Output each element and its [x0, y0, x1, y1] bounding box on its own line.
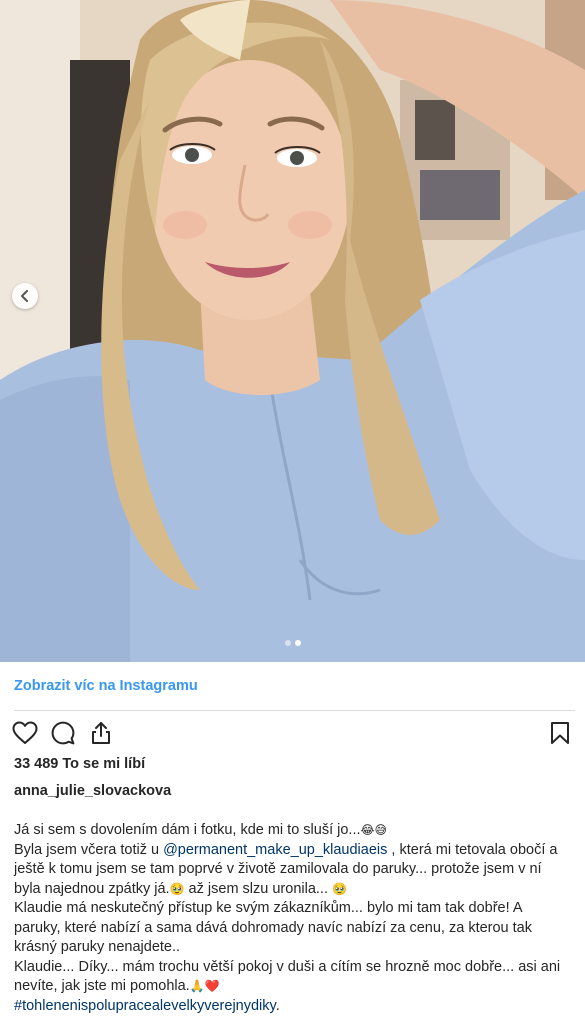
caption-text: až jsem slzu uronila... [184, 880, 333, 897]
hashtag-link[interactable]: #tohlenenispolupracealevelkyverejnydiky [14, 998, 276, 1014]
emoji: 😂😅 [360, 823, 388, 837]
caption-text: Já si sem s dovolením dám i fotku, kde m… [14, 822, 361, 838]
emoji: 🙏❤️ [189, 979, 220, 993]
emoji: 🥹 [169, 881, 185, 896]
carousel-dot-active [294, 640, 301, 646]
caption-text: Klaudie... Díky... mám trochu větší poko… [14, 958, 561, 995]
carousel-dot [284, 640, 291, 646]
carousel-indicator [0, 640, 585, 646]
post-caption: Já si sem s dovolením dám i fotku, kde m… [14, 821, 571, 1016]
like-button[interactable] [10, 718, 40, 748]
caption-line: Klaudie má neskutečný přístup ke svým zá… [14, 899, 571, 958]
caption-text: Byla jsem včera totiž u [14, 841, 164, 858]
chevron-left-icon [21, 290, 28, 302]
action-bar [10, 718, 575, 748]
carousel-prev-button[interactable] [12, 283, 38, 309]
comment-button[interactable] [48, 718, 78, 748]
view-more-on-instagram-link[interactable]: Zobrazit víc na Instagramu [14, 678, 198, 694]
caption-line: Byla jsem včera totiž u @permanent_make_… [14, 841, 571, 900]
heart-icon [12, 721, 38, 744]
caption-line: Já si sem s dovolením dám i fotku, kde m… [14, 821, 571, 841]
divider [14, 710, 575, 711]
save-button[interactable] [545, 718, 575, 748]
post-photo[interactable] [0, 0, 585, 662]
bookmark-icon [551, 722, 569, 744]
caption-text: . [275, 997, 280, 1014]
caption-text: Klaudie má neskutečný přístup ke svým zá… [14, 900, 532, 955]
likes-count[interactable]: 33 489 To se mi líbí [14, 756, 145, 772]
share-icon [92, 722, 110, 744]
caption-line: Klaudie... Díky... mám trochu větší poko… [14, 958, 571, 997]
instagram-post: Zobrazit víc na Instagramu 33 489 To se … [0, 0, 585, 1024]
caption-line: #tohlenenispolupracealevelkyverejnydiky. [14, 997, 571, 1017]
share-button[interactable] [86, 718, 116, 748]
mention-link[interactable]: @permanent_make_up_klaudiaeis [163, 842, 387, 858]
post-author-username[interactable]: anna_julie_slovackova [14, 783, 171, 799]
comment-icon [51, 721, 75, 745]
emoji: 🥹 [332, 881, 347, 896]
selfie-illustration [0, 0, 585, 662]
